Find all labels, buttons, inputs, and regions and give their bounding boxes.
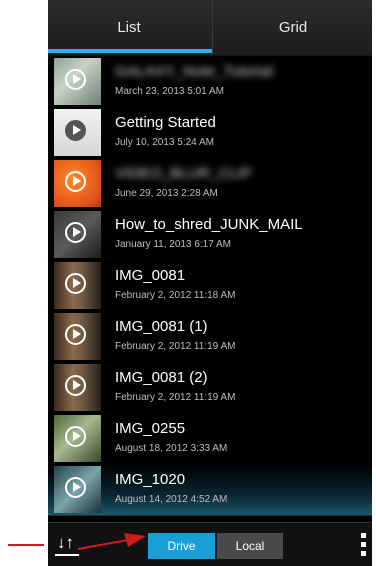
video-list-item[interactable]: IMG_1020 August 14, 2012 4:52 AM (48, 464, 372, 516)
video-date: June 29, 2013 2:28 AM (115, 188, 218, 199)
video-date: August 18, 2012 3:33 AM (115, 443, 228, 454)
local-button-label: Local (235, 539, 265, 553)
video-date: January 11, 2013 6:17 AM (115, 239, 232, 250)
play-icon (65, 222, 86, 243)
video-thumbnail (54, 211, 101, 258)
video-thumbnail (54, 364, 101, 411)
video-title: IMG_0255 (115, 420, 186, 437)
video-thumbnail (54, 262, 101, 309)
video-list-item[interactable]: GALAXY_Note_Tutorial March 23, 2013 5:01 … (48, 56, 372, 108)
video-date: February 2, 2012 11:19 AM (115, 392, 236, 403)
app-screen: List Grid GALAXY_Note_Tutorial March 23, … (48, 0, 372, 566)
tab-grid-label: Grid (278, 19, 308, 36)
drive-button[interactable]: Drive (148, 533, 215, 559)
video-title: IMG_1020 (115, 471, 186, 488)
video-list-item[interactable]: VIDEO_BLUR_CLIP June 29, 2013 2:28 AM (48, 158, 372, 210)
video-list-item[interactable]: IMG_0081 (2) February 2, 2012 11:19 AM (48, 362, 372, 414)
video-list[interactable]: GALAXY_Note_Tutorial March 23, 2013 5:01 … (48, 56, 372, 522)
video-date: February 2, 2012 11:18 AM (115, 290, 236, 301)
video-title: IMG_0081 (115, 267, 186, 284)
video-list-item[interactable]: IMG_0255 August 18, 2012 3:33 AM (48, 413, 372, 465)
video-date: March 23, 2013 5:01 AM (115, 86, 224, 97)
tab-selected-indicator (48, 49, 212, 53)
video-date: July 10, 2013 5:24 AM (115, 137, 214, 148)
local-button[interactable]: Local (217, 533, 283, 559)
video-list-item[interactable]: Getting Started July 10, 2013 5:24 AM (48, 107, 372, 159)
video-list-item[interactable]: How_to_shred_JUNK_MAIL January 11, 2013 6… (48, 209, 372, 261)
video-thumbnail (54, 415, 101, 462)
video-thumbnail (54, 109, 101, 156)
play-icon (65, 375, 86, 396)
video-title: Getting Started (115, 114, 216, 131)
play-icon (65, 69, 86, 90)
video-list-item[interactable]: IMG_0081 (1) February 2, 2012 11:19 AM (48, 311, 372, 363)
play-icon (65, 171, 86, 192)
video-title: How_to_shred_JUNK_MAIL (115, 216, 303, 233)
play-icon (65, 426, 86, 447)
play-icon (65, 324, 86, 345)
play-icon (65, 120, 86, 141)
annotation-arrow-icon (78, 533, 146, 550)
sort-icon[interactable]: ↓↑ (55, 534, 79, 556)
tab-list-label: List (117, 19, 141, 36)
video-thumbnail (54, 160, 101, 207)
play-icon (65, 273, 86, 294)
video-date: August 14, 2012 4:52 AM (115, 494, 228, 505)
video-list-item[interactable]: IMG_0081 February 2, 2012 11:18 AM (48, 260, 372, 312)
annotation-arrow-left (8, 544, 44, 546)
play-icon (65, 477, 86, 498)
video-thumbnail (54, 466, 101, 513)
drive-button-label: Drive (167, 539, 196, 553)
overflow-menu-icon[interactable] (361, 533, 367, 557)
video-title: GALAXY_Note_Tutorial (115, 63, 273, 80)
tab-list[interactable]: List (48, 0, 210, 55)
video-thumbnail (54, 58, 101, 105)
video-thumbnail (54, 313, 101, 360)
video-title: VIDEO_BLUR_CLIP (115, 165, 252, 182)
tab-grid[interactable]: Grid (212, 0, 372, 55)
video-title: IMG_0081 (1) (115, 318, 208, 335)
video-date: February 2, 2012 11:19 AM (115, 341, 236, 352)
video-title: IMG_0081 (2) (115, 369, 208, 386)
tab-bar: List Grid (48, 0, 372, 56)
